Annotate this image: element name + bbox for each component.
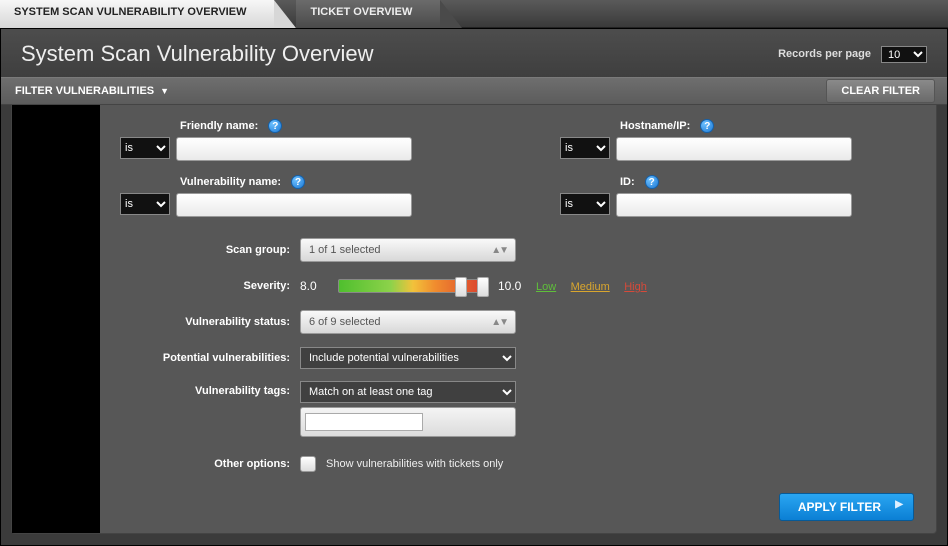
updown-icon: ▲▼ xyxy=(491,245,507,256)
filter-body: Friendly name: ? is Vulnerability name: … xyxy=(11,105,937,534)
row-other-options: Other options: Show vulnerabilities with… xyxy=(12,451,920,477)
tab-system-scan-overview[interactable]: SYSTEM SCAN VULNERABILITY OVERVIEW xyxy=(0,0,274,28)
hostname-ip-input[interactable] xyxy=(616,137,852,161)
vulnerability-tags-mode-select[interactable]: Match on at least one tag xyxy=(300,381,516,403)
page: System Scan Vulnerability Overview Recor… xyxy=(0,28,948,546)
clear-filter-button[interactable]: CLEAR FILTER xyxy=(826,79,935,103)
vulnerability-name-label: Vulnerability name: xyxy=(180,176,281,188)
friendly-name-input[interactable] xyxy=(176,137,412,161)
row-vulnerability-tags: Vulnerability tags: Match on at least on… xyxy=(12,381,920,437)
severity-slider[interactable] xyxy=(338,279,488,293)
severity-preset-medium[interactable]: Medium xyxy=(571,281,610,293)
severity-max: 10.0 xyxy=(498,279,526,293)
severity-min: 8.0 xyxy=(300,279,328,293)
friendly-name-label: Friendly name: xyxy=(180,120,258,132)
field-hostname-ip: Hostname/IP: ? is xyxy=(452,119,852,161)
vulnerability-name-operator[interactable]: is xyxy=(120,193,170,215)
row-potential-vulnerabilities: Potential vulnerabilities: Include poten… xyxy=(12,345,920,371)
severity-handle-min[interactable] xyxy=(455,277,467,297)
row-scan-group: Scan group: 1 of 1 selected ▲▼ xyxy=(12,237,920,263)
records-per-page: Records per page 10 xyxy=(778,46,927,63)
help-icon[interactable]: ? xyxy=(291,175,305,189)
id-operator[interactable]: is xyxy=(560,193,610,215)
row-vulnerability-status: Vulnerability status: 6 of 9 selected ▲▼ xyxy=(12,309,920,335)
tab-label: TICKET OVERVIEW xyxy=(310,6,412,18)
severity-handle-max[interactable] xyxy=(477,277,489,297)
hostname-ip-label: Hostname/IP: xyxy=(620,120,690,132)
severity-preset-high[interactable]: High xyxy=(624,281,647,293)
text-filters: Friendly name: ? is Vulnerability name: … xyxy=(12,119,920,231)
records-label: Records per page xyxy=(778,48,871,60)
vulnerability-tags-input[interactable] xyxy=(305,413,423,431)
apply-row: APPLY FILTER xyxy=(12,493,920,521)
scan-group-select[interactable]: 1 of 1 selected ▲▼ xyxy=(300,238,516,262)
titlebar: System Scan Vulnerability Overview Recor… xyxy=(1,29,947,77)
friendly-name-operator[interactable]: is xyxy=(120,137,170,159)
hostname-ip-operator[interactable]: is xyxy=(560,137,610,159)
tab-ticket-overview[interactable]: TICKET OVERVIEW xyxy=(296,0,440,28)
tabs-bar: SYSTEM SCAN VULNERABILITY OVERVIEW TICKE… xyxy=(0,0,948,28)
id-input[interactable] xyxy=(616,193,852,217)
vulnerability-name-input[interactable] xyxy=(176,193,412,217)
sidebar-stub xyxy=(12,105,100,533)
updown-icon: ▲▼ xyxy=(491,317,507,328)
apply-filter-button[interactable]: APPLY FILTER xyxy=(779,493,914,521)
page-title: System Scan Vulnerability Overview xyxy=(21,41,374,67)
tickets-only-checkbox[interactable] xyxy=(300,456,316,472)
tickets-only-label: Show vulnerabilities with tickets only xyxy=(326,458,503,470)
help-icon[interactable]: ? xyxy=(700,119,714,133)
filter-header-label: FILTER VULNERABILITIES xyxy=(15,85,154,97)
severity-preset-low[interactable]: Low xyxy=(536,281,556,293)
filter-grid: Scan group: 1 of 1 selected ▲▼ Severity:… xyxy=(12,237,920,477)
scan-group-value: 1 of 1 selected xyxy=(309,244,381,256)
tab-label: SYSTEM SCAN VULNERABILITY OVERVIEW xyxy=(14,6,246,18)
severity-presets: Low Medium High xyxy=(536,277,657,295)
row-severity: Severity: 8.0 10.0 Low Medium High xyxy=(12,273,920,299)
vulnerability-status-value: 6 of 9 selected xyxy=(309,316,381,328)
records-select[interactable]: 10 xyxy=(881,46,927,63)
help-icon[interactable]: ? xyxy=(645,175,659,189)
field-id: ID: ? is xyxy=(452,175,852,217)
vulnerability-tags-box xyxy=(300,407,516,437)
id-label: ID: xyxy=(620,176,635,188)
potential-vulnerabilities-select[interactable]: Include potential vulnerabilities xyxy=(300,347,516,369)
help-icon[interactable]: ? xyxy=(268,119,282,133)
filter-toggle[interactable]: FILTER VULNERABILITIES ▼ xyxy=(15,85,169,97)
filter-header: FILTER VULNERABILITIES ▼ CLEAR FILTER xyxy=(1,77,947,105)
vulnerability-status-select[interactable]: 6 of 9 selected ▲▼ xyxy=(300,310,516,334)
chevron-down-icon: ▼ xyxy=(160,86,169,96)
